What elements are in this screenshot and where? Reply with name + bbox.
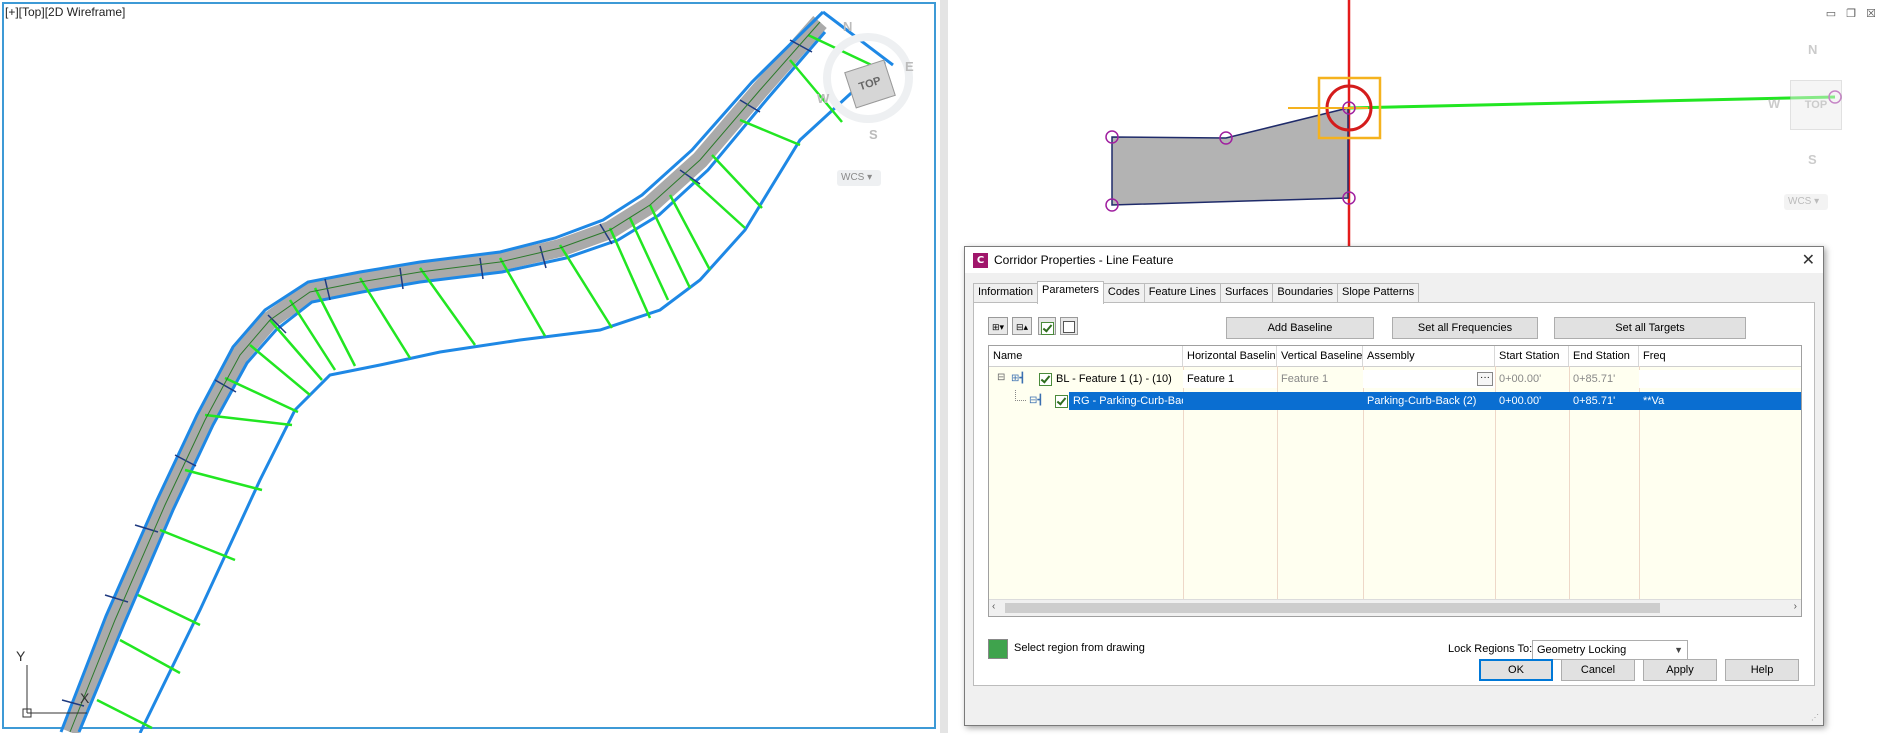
compass-s[interactable]: S <box>869 127 878 142</box>
ellipsis-button[interactable]: ··· <box>1477 372 1493 386</box>
sort-icon[interactable]: ⊟▴ <box>1012 317 1032 335</box>
resize-grip-icon[interactable]: ⋰ <box>1811 713 1821 723</box>
assembly-shape <box>1111 107 1349 206</box>
baseline-name-cell[interactable]: BL - Feature 1 (1) - (10) <box>1039 370 1183 388</box>
baseline-icon: ⊞┫ <box>1011 373 1026 384</box>
lock-regions-select[interactable]: Geometry Locking ▼ <box>1532 640 1688 660</box>
assembly-cell[interactable] <box>1363 370 1495 388</box>
baseline-checkbox[interactable] <box>1039 372 1052 386</box>
cancel-button[interactable]: Cancel <box>1561 659 1635 681</box>
start-station-cell[interactable]: 0+00.00' <box>1495 370 1569 388</box>
corridor-surface <box>61 16 827 733</box>
col-frequency[interactable]: Freq <box>1639 346 1801 366</box>
vertical-baseline-cell[interactable]: Feature 1 <box>1277 370 1363 388</box>
tab-parameters[interactable]: Parameters <box>1037 281 1104 304</box>
close-icon[interactable]: ✕ <box>1802 250 1815 269</box>
alignment-centerline <box>69 21 821 733</box>
viewport-divider[interactable] <box>940 0 948 733</box>
region-checkbox-cell[interactable] <box>1053 392 1069 410</box>
region-frequency-cell[interactable]: **Va <box>1639 392 1801 410</box>
frequency-cell[interactable] <box>1639 370 1801 388</box>
tab-strip: Information Parameters Codes Feature Lin… <box>973 281 1420 304</box>
tree-collapse-icon[interactable]: ⊟ <box>997 372 1005 383</box>
ucs-x-label: X <box>80 690 90 706</box>
table-row-baseline[interactable]: ⊟ ⊞┫ BL - Feature 1 (1) - (10) Feature 1… <box>989 368 1801 390</box>
scrollbar-thumb[interactable] <box>1005 603 1660 613</box>
col-horizontal-baseline[interactable]: Horizontal Baseline <box>1183 346 1277 366</box>
add-baseline-button[interactable]: Add Baseline <box>1226 317 1374 339</box>
region-end-station-cell[interactable]: 0+85.71' <box>1569 392 1639 410</box>
dialog-title: Corridor Properties - Line Feature <box>994 253 1174 267</box>
compass-e[interactable]: E <box>905 59 914 74</box>
tab-information[interactable]: Information <box>973 283 1039 304</box>
region-name-cell[interactable]: RG - Parking-Curb-Bac... <box>1069 392 1183 410</box>
region-start-station-cell[interactable]: 0+00.00' <box>1495 392 1569 410</box>
horizontal-baseline-cell[interactable]: Feature 1 <box>1183 370 1277 388</box>
col-start-station[interactable]: Start Station <box>1495 346 1569 366</box>
compass-n[interactable]: N <box>843 19 852 34</box>
corridor-properties-dialog[interactable]: C Corridor Properties - Line Feature ✕ I… <box>964 246 1824 726</box>
lock-regions-label: Lock Regions To: <box>1448 643 1533 655</box>
uncheck-all-icon[interactable] <box>1060 317 1078 335</box>
ucs-y-label: Y <box>16 648 26 664</box>
compass-right-w[interactable]: W <box>1768 96 1780 111</box>
scroll-left-icon[interactable]: ‹ <box>992 601 995 612</box>
table-row-region[interactable]: ⊟┫ RG - Parking-Curb-Bac... Parking-Curb… <box>989 390 1801 412</box>
help-button[interactable]: Help <box>1725 659 1799 681</box>
collapse-expand-icon[interactable]: ⊞▾ <box>988 317 1008 335</box>
baseline-grid[interactable]: Name Horizontal Baseline Vertical Baseli… <box>988 345 1802 617</box>
corridor-edge-left <box>59 10 825 733</box>
baseline-name: BL - Feature 1 (1) - (10) <box>1056 373 1172 385</box>
region-checkbox[interactable] <box>1055 394 1068 408</box>
col-name[interactable]: Name <box>989 346 1183 366</box>
select-region-label: Select region from drawing <box>1014 642 1145 654</box>
tab-feature-lines[interactable]: Feature Lines <box>1143 283 1221 304</box>
dialog-title-bar[interactable]: C Corridor Properties - Line Feature ✕ <box>965 247 1823 273</box>
compass-right-s[interactable]: S <box>1808 152 1817 167</box>
set-all-targets-button[interactable]: Set all Targets <box>1554 317 1746 339</box>
region-assembly-cell[interactable]: Parking-Curb-Back (2) <box>1363 392 1495 410</box>
grid-header: Name Horizontal Baseline Vertical Baseli… <box>989 346 1801 367</box>
end-station-cell[interactable]: 0+85.71' <box>1569 370 1639 388</box>
set-all-frequencies-button[interactable]: Set all Frequencies <box>1392 317 1538 339</box>
chevron-down-icon: ▼ <box>1674 645 1683 655</box>
region-vertical-cell[interactable] <box>1277 392 1363 410</box>
compass-w[interactable]: W <box>817 91 829 106</box>
tree-connector <box>1015 390 1026 401</box>
ok-button[interactable]: OK <box>1479 659 1553 681</box>
wcs-menu-right[interactable]: WCS ▾ <box>1784 194 1828 210</box>
left-viewport[interactable]: [+][Top][2D Wireframe] TOP N E S W WCS ▾… <box>0 0 940 733</box>
tab-codes[interactable]: Codes <box>1102 283 1145 304</box>
col-vertical-baseline[interactable]: Vertical Baseline <box>1277 346 1363 366</box>
compass-right-n[interactable]: N <box>1808 42 1817 57</box>
col-assembly[interactable]: Assembly <box>1363 346 1495 366</box>
offset-edge <box>138 60 887 733</box>
viewport-label[interactable]: [+][Top][2D Wireframe] <box>5 5 125 19</box>
lock-regions-value: Geometry Locking <box>1537 644 1627 656</box>
apply-button[interactable]: Apply <box>1643 659 1717 681</box>
tab-surfaces[interactable]: Surfaces <box>1219 283 1274 304</box>
civil3d-app-icon: C <box>973 252 988 268</box>
select-region-icon[interactable] <box>988 639 1008 659</box>
wcs-menu[interactable]: WCS ▾ <box>837 170 881 186</box>
viewcube[interactable]: TOP N E S W <box>815 19 925 142</box>
scroll-right-icon[interactable]: › <box>1794 601 1797 612</box>
corridor-drawing[interactable] <box>0 0 940 733</box>
horizontal-scrollbar[interactable]: ‹ › <box>989 599 1801 616</box>
tab-slope-patterns[interactable]: Slope Patterns <box>1337 283 1420 304</box>
region-horizontal-cell[interactable] <box>1183 392 1277 410</box>
viewcube-right[interactable]: TOP N W S <box>1768 40 1878 180</box>
tab-boundaries[interactable]: Boundaries <box>1272 283 1339 304</box>
viewcube-right-top[interactable]: TOP <box>1790 80 1842 130</box>
region-icon: ⊟┫ <box>1029 395 1044 406</box>
green-baseline <box>1348 95 1836 110</box>
col-end-station[interactable]: End Station <box>1569 346 1639 366</box>
check-all-icon[interactable] <box>1038 317 1056 336</box>
parameters-panel: ⊞▾ ⊟▴ Add Baseline Set all Frequencies S… <box>973 302 1815 686</box>
